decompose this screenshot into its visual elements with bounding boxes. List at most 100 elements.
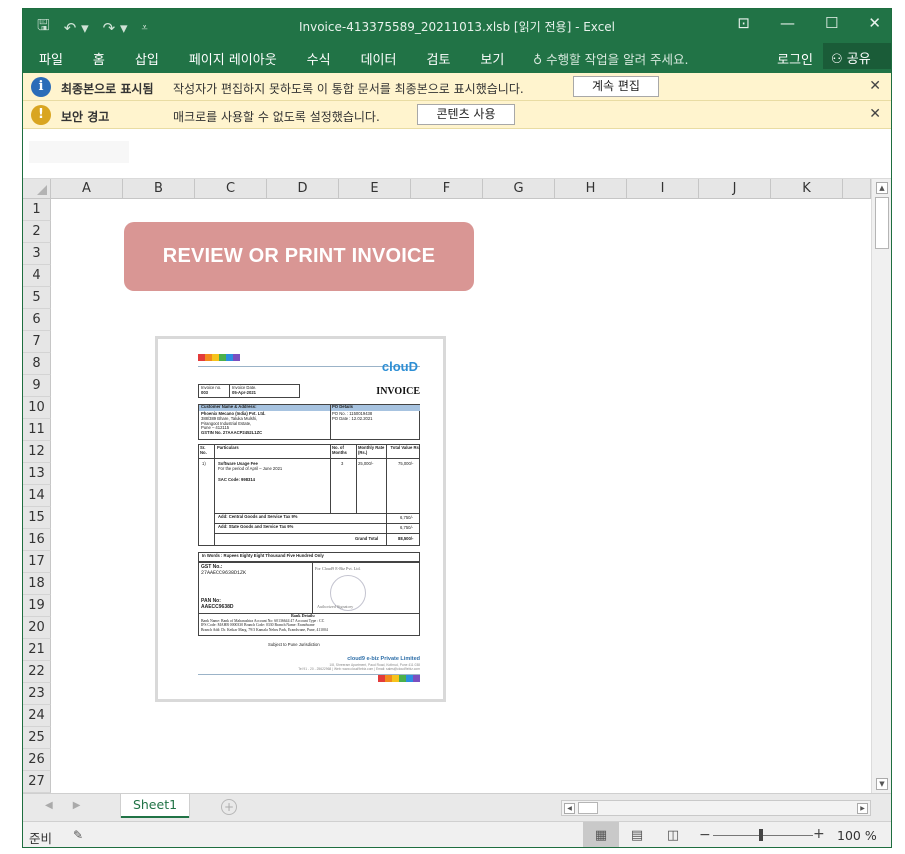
column-header[interactable]: I bbox=[627, 179, 699, 199]
enable-content-button[interactable]: 콘텐츠 사용 bbox=[417, 104, 515, 125]
status-ready: 준비 bbox=[29, 831, 53, 846]
column-header[interactable]: C bbox=[195, 179, 267, 199]
column-header[interactable]: F bbox=[411, 179, 483, 199]
row-header[interactable]: 8 bbox=[23, 353, 51, 375]
row-header[interactable]: 6 bbox=[23, 309, 51, 331]
ribbon-display-icon[interactable]: ⊡ bbox=[737, 14, 750, 32]
zoom-level[interactable]: 100 % bbox=[837, 828, 877, 843]
zoom-slider-knob[interactable] bbox=[759, 829, 763, 841]
status-bar: 준비 ✎ ▦ ▤ ◫ − + 100 % bbox=[23, 821, 891, 847]
page-layout-view-icon[interactable]: ▤ bbox=[619, 822, 655, 847]
column-header[interactable]: A bbox=[51, 179, 123, 199]
column-header[interactable]: H bbox=[555, 179, 627, 199]
row-header[interactable]: 21 bbox=[23, 639, 51, 661]
row-header[interactable]: 27 bbox=[23, 771, 51, 793]
horizontal-scrollbar[interactable]: ◀ ▶ bbox=[561, 800, 871, 816]
tab-formulas[interactable]: 수식 bbox=[307, 49, 331, 68]
tab-page-layout[interactable]: 페이지 레이아웃 bbox=[189, 49, 277, 68]
row-header[interactable]: 9 bbox=[23, 375, 51, 397]
edit-anyway-button[interactable]: 계속 편집 bbox=[573, 76, 659, 97]
review-print-invoice-button[interactable]: REVIEW OR PRINT INVOICE bbox=[124, 222, 474, 291]
tab-data[interactable]: 데이터 bbox=[361, 49, 397, 68]
vertical-scrollbar[interactable]: ▲ ▼ bbox=[871, 179, 891, 793]
row-header[interactable]: 4 bbox=[23, 265, 51, 287]
customer-po-box: Customer Name & Address: PO Details Phoe… bbox=[198, 404, 420, 440]
tell-me-search[interactable]: ♁ 수행할 작업을 알려 주세요. bbox=[533, 49, 689, 68]
color-stripe-logo bbox=[198, 354, 240, 361]
row-header[interactable]: 3 bbox=[23, 243, 51, 265]
close-icon[interactable]: ✕ bbox=[869, 106, 881, 122]
sheet-tab-bar: ◀▶ Sheet1 + ◀ ▶ bbox=[23, 793, 891, 821]
row-header[interactable]: 18 bbox=[23, 573, 51, 595]
page-break-view-icon[interactable]: ◫ bbox=[655, 822, 691, 847]
zoom-in-icon[interactable]: + bbox=[813, 826, 825, 842]
amount-in-words: In Words : Rupees Eighty Eight Thousand … bbox=[198, 552, 420, 562]
row-header[interactable]: 13 bbox=[23, 463, 51, 485]
column-header[interactable]: K bbox=[771, 179, 843, 199]
row-header[interactable]: 26 bbox=[23, 749, 51, 771]
row-header[interactable]: 1 bbox=[23, 199, 51, 221]
scroll-down-icon[interactable]: ▼ bbox=[876, 778, 888, 790]
tab-file[interactable]: 파일 bbox=[39, 49, 63, 68]
security-message-title: 보안 경고 bbox=[61, 110, 110, 124]
row-header[interactable]: 2 bbox=[23, 221, 51, 243]
row-header[interactable]: 19 bbox=[23, 595, 51, 617]
column-header[interactable]: J bbox=[699, 179, 771, 199]
person-icon: ⚇ bbox=[831, 52, 843, 67]
title-bar: 🖫 ↶ ▾ ↷ ▾ ⩡ Invoice-413375589_20211013.x… bbox=[23, 9, 891, 41]
row-header[interactable]: 7 bbox=[23, 331, 51, 353]
vertical-scroll-thumb[interactable] bbox=[875, 197, 889, 249]
normal-view-icon[interactable]: ▦ bbox=[583, 822, 619, 847]
scroll-up-icon[interactable]: ▲ bbox=[876, 182, 888, 194]
info-icon: i bbox=[31, 77, 51, 97]
row-header[interactable]: 14 bbox=[23, 485, 51, 507]
zoom-slider[interactable] bbox=[713, 835, 813, 836]
final-message-bar: i 최종본으로 표시됨 작성자가 편집하지 못하도록 이 통합 문서를 최종본으… bbox=[23, 73, 891, 101]
row-header[interactable]: 22 bbox=[23, 661, 51, 683]
macro-recording-icon[interactable]: ✎ bbox=[73, 828, 83, 842]
row-header[interactable]: 10 bbox=[23, 397, 51, 419]
tab-home[interactable]: 홈 bbox=[93, 49, 105, 68]
maximize-icon[interactable]: ☐ bbox=[825, 14, 838, 32]
row-header[interactable]: 16 bbox=[23, 529, 51, 551]
column-header[interactable]: D bbox=[267, 179, 339, 199]
row-header[interactable]: 25 bbox=[23, 727, 51, 749]
items-table: Sr. No. Particulars No. of Months Monthl… bbox=[198, 444, 420, 546]
zoom-out-icon[interactable]: − bbox=[699, 827, 711, 843]
column-header[interactable] bbox=[843, 179, 871, 199]
security-message-text: 매크로를 사용할 수 없도록 설정했습니다. bbox=[173, 110, 380, 124]
row-header[interactable]: 23 bbox=[23, 683, 51, 705]
horizontal-scroll-thumb[interactable] bbox=[578, 802, 598, 814]
security-message-bar: ! 보안 경고 매크로를 사용할 수 없도록 설정했습니다. 콘텐츠 사용 ✕ bbox=[23, 101, 891, 129]
column-header[interactable]: B bbox=[123, 179, 195, 199]
row-header[interactable]: 15 bbox=[23, 507, 51, 529]
final-message-title: 최종본으로 표시됨 bbox=[61, 82, 154, 96]
add-sheet-icon[interactable]: + bbox=[221, 799, 237, 815]
close-icon[interactable]: ✕ bbox=[869, 78, 881, 94]
lightbulb-icon: ♁ bbox=[533, 52, 543, 67]
share-button[interactable]: ⚇ 공유 bbox=[823, 43, 891, 69]
column-header[interactable]: G bbox=[483, 179, 555, 199]
scroll-right-icon[interactable]: ▶ bbox=[857, 803, 868, 814]
row-header[interactable]: 11 bbox=[23, 419, 51, 441]
row-header[interactable]: 12 bbox=[23, 441, 51, 463]
minimize-icon[interactable]: — bbox=[780, 14, 795, 32]
close-icon[interactable]: ✕ bbox=[868, 14, 881, 32]
row-header[interactable]: 17 bbox=[23, 551, 51, 573]
invoice-image[interactable]: clouD INVOICE Invoice no. 003 Invoice Da… bbox=[155, 336, 446, 702]
scroll-left-icon[interactable]: ◀ bbox=[564, 803, 575, 814]
select-all-corner[interactable] bbox=[23, 179, 51, 199]
sheet-nav-arrows[interactable]: ◀▶ bbox=[45, 800, 100, 811]
sheet-tab-sheet1[interactable]: Sheet1 bbox=[121, 794, 189, 818]
login-link[interactable]: 로그인 bbox=[777, 49, 813, 68]
tab-view[interactable]: 보기 bbox=[480, 49, 504, 68]
shield-warning-icon: ! bbox=[31, 105, 51, 125]
name-box[interactable] bbox=[29, 141, 129, 163]
row-header[interactable]: 20 bbox=[23, 617, 51, 639]
tab-review[interactable]: 검토 bbox=[426, 49, 450, 68]
row-header[interactable]: 5 bbox=[23, 287, 51, 309]
tab-insert[interactable]: 삽입 bbox=[135, 49, 159, 68]
column-header[interactable]: E bbox=[339, 179, 411, 199]
row-header[interactable]: 24 bbox=[23, 705, 51, 727]
color-stripe-footer bbox=[378, 675, 420, 682]
